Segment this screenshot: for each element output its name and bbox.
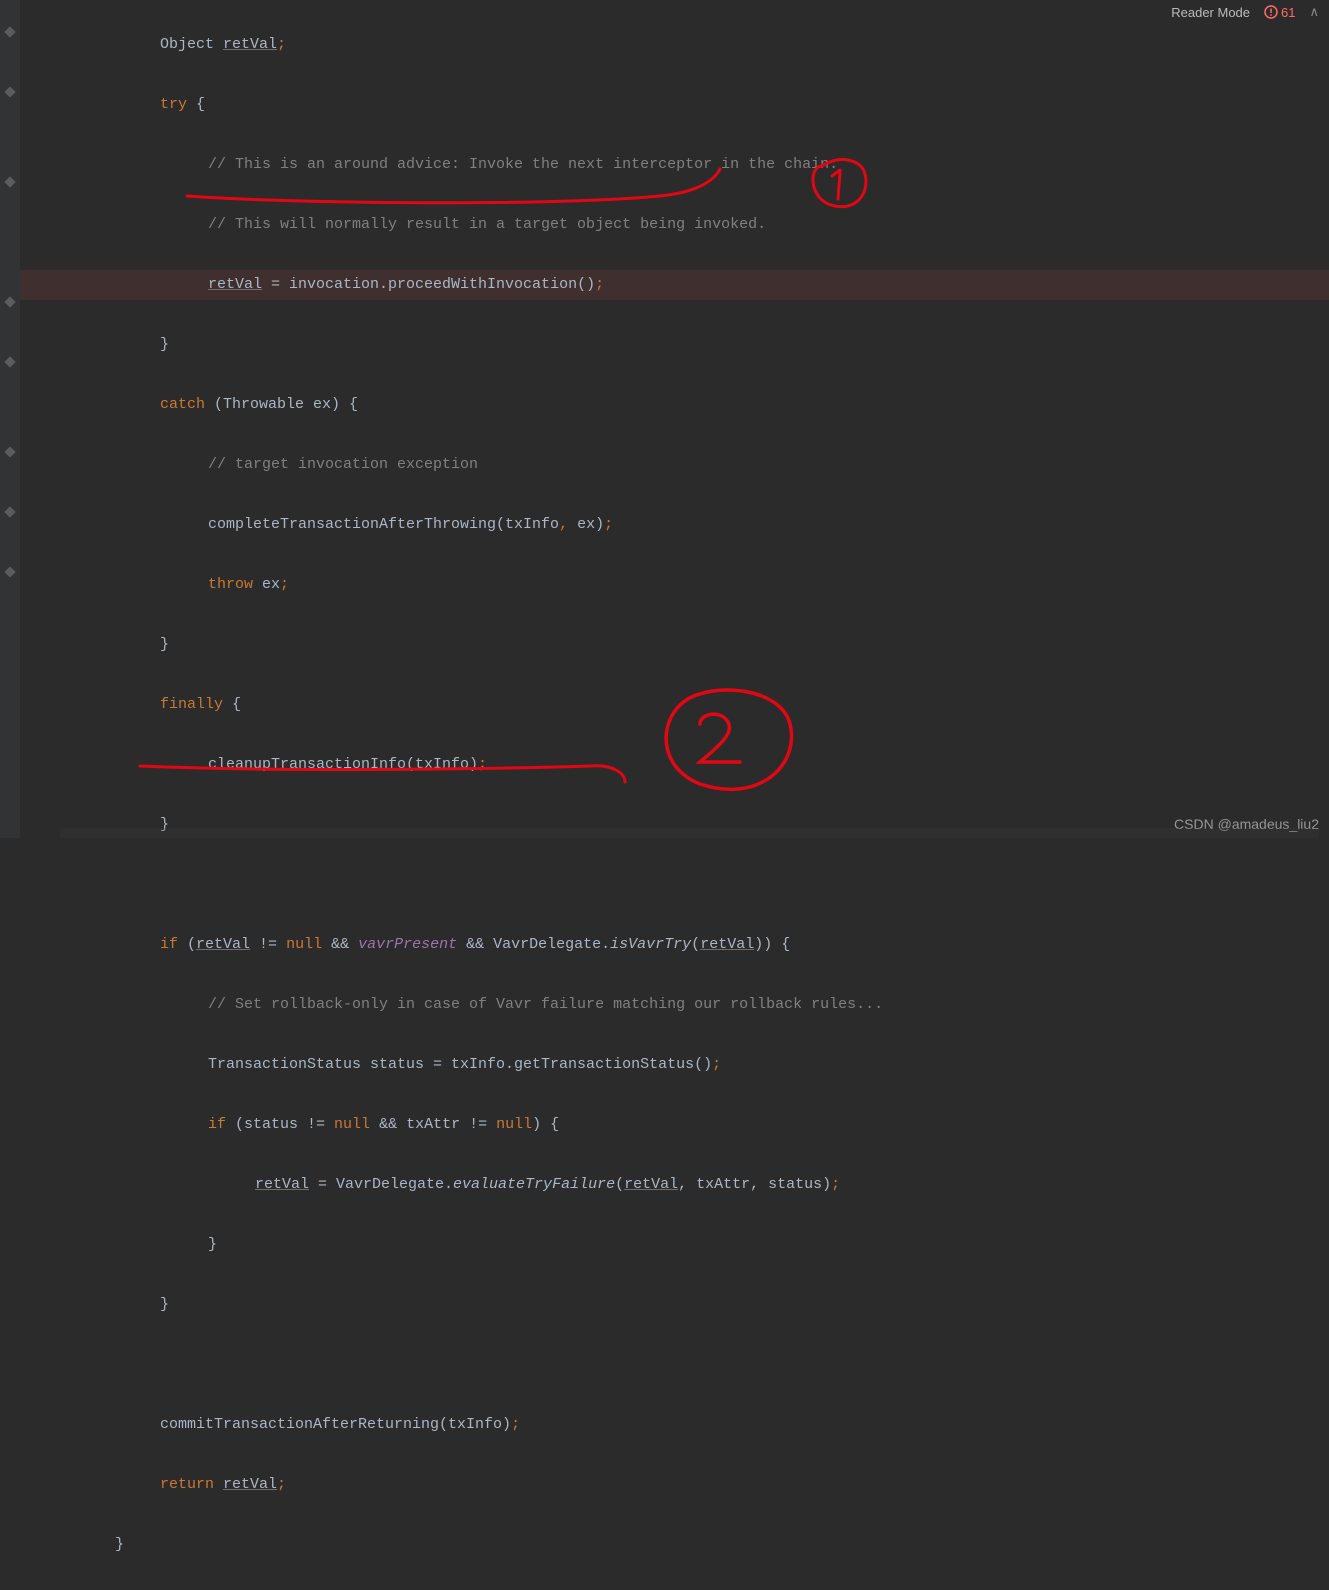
comment: // This will normally result in a target…: [208, 216, 766, 233]
code-line: // This will normally result in a target…: [20, 210, 1329, 240]
code-text: &&: [322, 936, 358, 953]
fold-marker[interactable]: [4, 446, 15, 457]
fold-marker[interactable]: [4, 296, 15, 307]
code-text: (: [615, 1176, 624, 1193]
code-text: ;: [277, 1476, 286, 1493]
code-line: // Set rollback-only in case of Vavr fai…: [20, 990, 1329, 1020]
code-text: ;: [604, 516, 613, 533]
code-text: = invocation.proceedWithInvocation(): [262, 276, 595, 293]
code-text: ,: [559, 516, 577, 533]
var-retVal: retVal: [223, 36, 277, 53]
code-line: // This is an around advice: Invoke the …: [20, 150, 1329, 180]
code-text: ) {: [532, 1116, 559, 1133]
method-isVavrTry: isVavrTry: [610, 936, 691, 953]
code-line: commitTransactionAfterReturning(txInfo);: [20, 1410, 1329, 1440]
code-line: }: [20, 330, 1329, 360]
fold-marker[interactable]: [4, 566, 15, 577]
code-text: commitTransactionAfterReturning(txInfo): [160, 1416, 511, 1433]
code-line: catch (Throwable ex) {: [20, 390, 1329, 420]
var-retVal: retVal: [255, 1176, 309, 1193]
code-text: && VavrDelegate.: [457, 936, 610, 953]
code-text: ;: [511, 1416, 520, 1433]
kw-if: if: [208, 1116, 226, 1133]
fold-marker[interactable]: [4, 356, 15, 367]
code-text: {: [223, 696, 241, 713]
code-text: (: [691, 936, 700, 953]
kw-null: null: [334, 1116, 370, 1133]
code-text: ;: [277, 36, 286, 53]
var-retVal: retVal: [700, 936, 754, 953]
var-retVal: retVal: [624, 1176, 678, 1193]
gutter: [0, 0, 20, 838]
code-text: ex: [253, 576, 280, 593]
code-line: if (retVal != null && vavrPresent && Vav…: [20, 930, 1329, 960]
kw-null: null: [496, 1116, 532, 1133]
code-text: TransactionStatus status = txInfo.getTra…: [208, 1056, 712, 1073]
code-text: ;: [712, 1056, 721, 1073]
comment: // Set rollback-only in case of Vavr fai…: [208, 996, 883, 1013]
code-text: && txAttr !=: [370, 1116, 496, 1133]
code-text: }: [160, 336, 169, 353]
kw-finally: finally: [160, 696, 223, 713]
fold-marker[interactable]: [4, 176, 15, 187]
var-retVal: retVal: [196, 936, 250, 953]
code-line-blank: [20, 1350, 1329, 1380]
code-text: (: [178, 936, 196, 953]
code-text: (status !=: [226, 1116, 334, 1133]
code-line: }: [20, 630, 1329, 660]
code-line-highlighted: retVal = invocation.proceedWithInvocatio…: [20, 270, 1329, 300]
code-text: ;: [478, 756, 487, 773]
code-line: try {: [20, 90, 1329, 120]
code-text: ex): [577, 516, 604, 533]
code-line: TransactionStatus status = txInfo.getTra…: [20, 1050, 1329, 1080]
kw-return: return: [160, 1476, 214, 1493]
scrollbar-horizontal[interactable]: [60, 828, 1319, 838]
code-text: }: [115, 1536, 124, 1553]
kw-if: if: [160, 936, 178, 953]
code-text: Object: [160, 36, 223, 53]
kw-try: try: [160, 96, 187, 113]
code-line: cleanupTransactionInfo(txInfo);: [20, 750, 1329, 780]
code-text: , txAttr, status): [678, 1176, 831, 1193]
code-line: finally {: [20, 690, 1329, 720]
kw-null: null: [286, 936, 322, 953]
code-line: }: [20, 1290, 1329, 1320]
code-text: }: [160, 636, 169, 653]
fold-marker[interactable]: [4, 86, 15, 97]
code-line: completeTransactionAfterThrowing(txInfo,…: [20, 510, 1329, 540]
code-text: completeTransactionAfterThrowing(txInfo: [208, 516, 559, 533]
kw-catch: catch: [160, 396, 205, 413]
code-line: return retVal;: [20, 1470, 1329, 1500]
code-text: }: [160, 1296, 169, 1313]
code-text: {: [187, 96, 205, 113]
code-text: )) {: [754, 936, 790, 953]
code-text: !=: [250, 936, 286, 953]
fold-marker[interactable]: [4, 26, 15, 37]
method-evaluateTryFailure: evaluateTryFailure: [453, 1176, 615, 1193]
comment: // target invocation exception: [208, 456, 478, 473]
code-line: Object retVal;: [20, 30, 1329, 60]
field-vavrPresent: vavrPresent: [358, 936, 457, 953]
code-text: }: [208, 1236, 217, 1253]
code-text: [214, 1476, 223, 1493]
code-text: ;: [831, 1176, 840, 1193]
comment: // This is an around advice: Invoke the …: [208, 156, 838, 173]
kw-throw: throw: [208, 576, 253, 593]
code-text: ;: [595, 276, 604, 293]
code-text: ;: [280, 576, 289, 593]
code-text: = VavrDelegate.: [309, 1176, 453, 1193]
fold-marker[interactable]: [4, 506, 15, 517]
code-line: throw ex;: [20, 570, 1329, 600]
code-text: cleanupTransactionInfo(txInfo): [208, 756, 478, 773]
code-line: // target invocation exception: [20, 450, 1329, 480]
code-text: (Throwable ex) {: [205, 396, 358, 413]
code-editor[interactable]: Object retVal; try { // This is an aroun…: [20, 0, 1329, 838]
code-line-blank: [20, 870, 1329, 900]
var-retVal: retVal: [208, 276, 262, 293]
code-line: }: [20, 1530, 1329, 1560]
code-line: if (status != null && txAttr != null) {: [20, 1110, 1329, 1140]
code-line: }: [20, 1230, 1329, 1260]
code-line: retVal = VavrDelegate.evaluateTryFailure…: [20, 1170, 1329, 1200]
var-retVal: retVal: [223, 1476, 277, 1493]
